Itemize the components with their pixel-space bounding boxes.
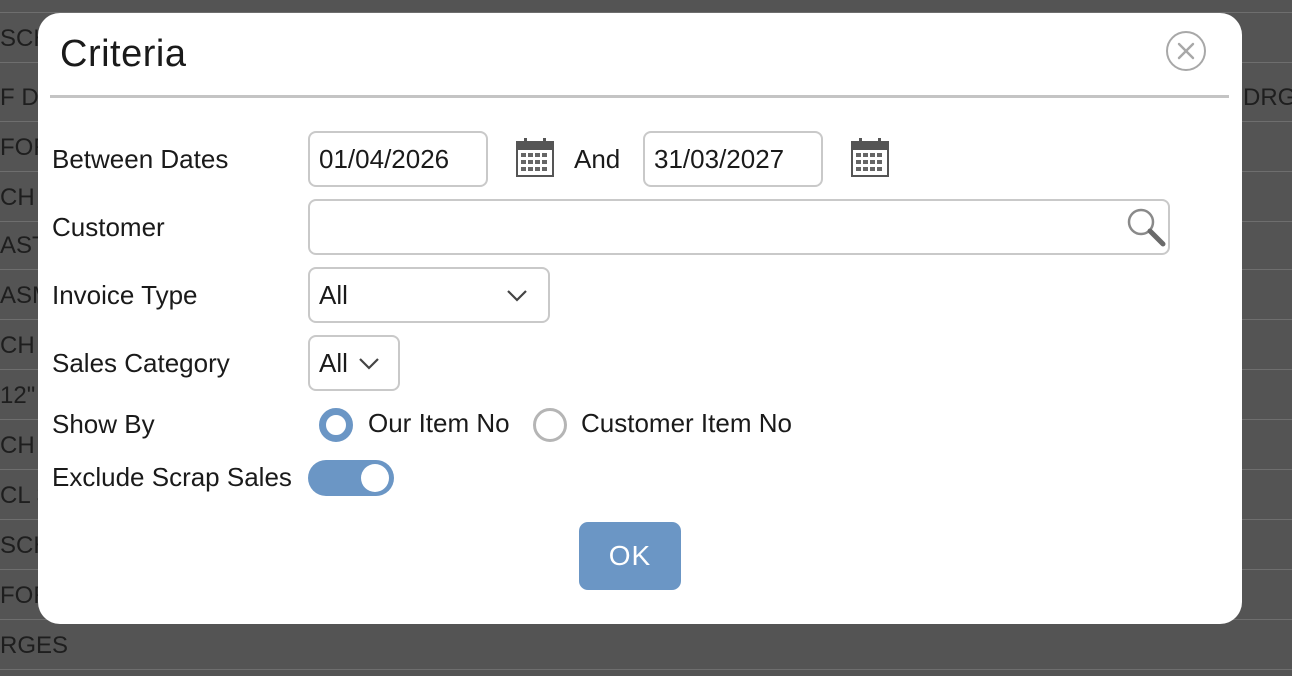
radio-customer-item-no[interactable] [533, 408, 567, 442]
from-date-input[interactable] [308, 131, 488, 187]
invoice-type-label: Invoice Type [52, 280, 198, 310]
to-date-input[interactable] [643, 131, 823, 187]
table-cell: CH [0, 432, 35, 459]
table-row: E I THK 6 MM ASTM A 105 WP 316/316L ASME… [0, 0, 1292, 13]
sales-category-label: Sales Category [52, 348, 230, 378]
table-cell: 12" [0, 382, 36, 409]
radio-label-customer-item-no: Customer Item No [581, 408, 792, 438]
sales-category-select[interactable]: All [308, 335, 400, 391]
chevron-down-icon [507, 290, 527, 302]
calendar-icon[interactable] [516, 137, 554, 177]
table-cell: CH [0, 184, 35, 211]
invoice-type-value: All [319, 280, 348, 310]
calendar-icon[interactable] [851, 137, 889, 177]
and-label: And [574, 144, 621, 174]
close-icon [1177, 42, 1195, 60]
criteria-dialog: Criteria Between Dates And Cust [38, 13, 1242, 624]
customer-input[interactable] [308, 199, 1170, 255]
exclude-scrap-label: Exclude Scrap Sales [52, 462, 292, 492]
table-cell: RGES [0, 632, 69, 659]
table-row: RGES [0, 620, 1292, 670]
close-button[interactable] [1166, 31, 1206, 71]
sales-category-value: All [319, 348, 348, 378]
title-divider [50, 95, 1229, 98]
radio-label-our-item-no: Our Item No [368, 408, 510, 438]
toggle-knob [361, 464, 389, 492]
table-cell: CH [0, 332, 35, 359]
between-dates-label: Between Dates [52, 144, 229, 174]
invoice-type-select[interactable]: All [308, 267, 550, 323]
chevron-down-icon [359, 358, 379, 370]
table-cell: E I THK 6 MM ASTM A 105 WP 316/316L ASME… [0, 0, 583, 3]
table-cell: DRG [1243, 84, 1292, 111]
ok-button[interactable]: OK [579, 522, 681, 590]
dialog-title: Criteria [60, 33, 187, 75]
exclude-scrap-toggle[interactable] [308, 460, 394, 496]
customer-label: Customer [52, 212, 165, 242]
search-icon[interactable] [1126, 207, 1166, 247]
radio-our-item-no[interactable] [319, 408, 353, 442]
show-by-label: Show By [52, 409, 155, 439]
